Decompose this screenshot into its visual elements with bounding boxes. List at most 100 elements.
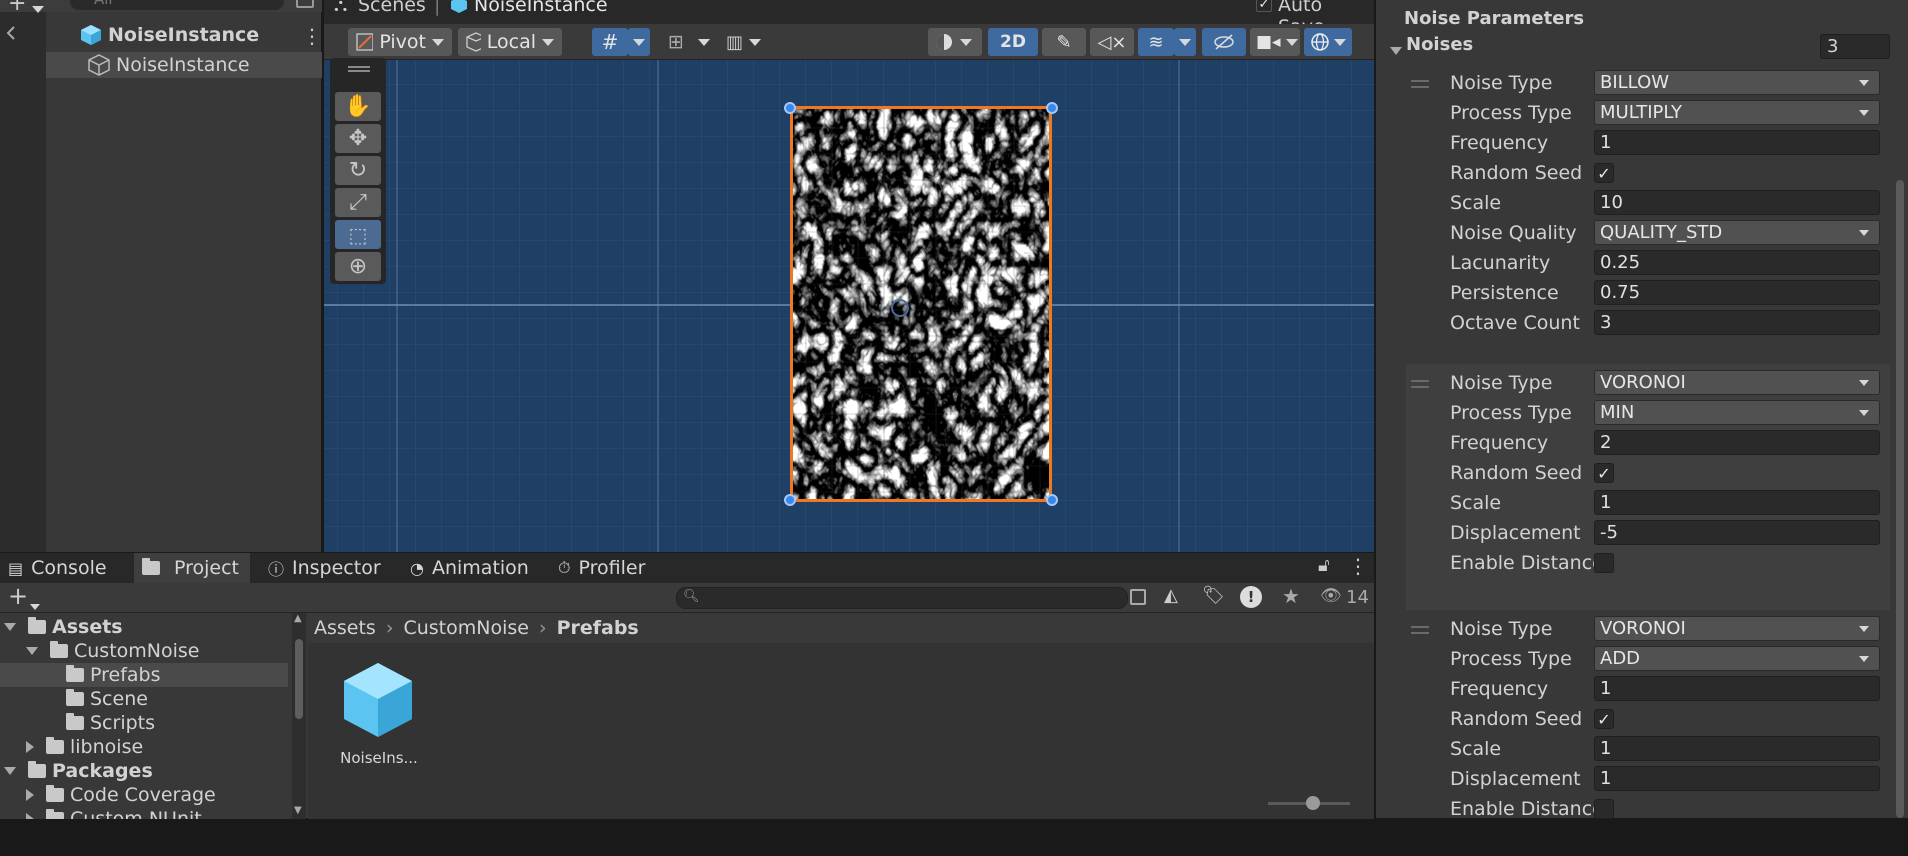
process-type-dropdown[interactable]: ADD xyxy=(1594,646,1880,671)
persistence-field[interactable]: 0.75 xyxy=(1594,280,1880,305)
effects-dropdown[interactable] xyxy=(1174,28,1196,56)
breadcrumb-customnoise[interactable]: CustomNoise xyxy=(403,617,529,639)
rect-handle-bottom-left[interactable] xyxy=(784,494,796,506)
enable-distance-checkbox[interactable] xyxy=(1594,799,1614,819)
noise-type-dropdown[interactable]: VORONOI xyxy=(1594,370,1880,395)
scroll-up-icon[interactable]: ▲ xyxy=(294,613,302,624)
noise-sprite[interactable] xyxy=(790,106,1052,502)
icon-size-slider[interactable] xyxy=(1268,796,1350,810)
warning-filter-icon[interactable]: ! xyxy=(1240,586,1262,608)
tab-animation[interactable]: ◔ Animation xyxy=(404,553,544,583)
frequency-field[interactable]: 1 xyxy=(1594,130,1880,155)
reorder-handle-icon[interactable] xyxy=(1411,626,1429,634)
project-search-input[interactable]: 🔍︎ xyxy=(676,587,1128,609)
tree-item-customnoise[interactable]: CustomNoise xyxy=(26,639,200,663)
tree-item-code-coverage[interactable]: Code Coverage xyxy=(26,783,216,807)
rect-handle-top-left[interactable] xyxy=(784,102,796,114)
noises-foldout-icon[interactable] xyxy=(1390,40,1402,60)
process-type-dropdown[interactable]: MIN xyxy=(1594,400,1880,425)
scroll-down-icon[interactable]: ▼ xyxy=(294,805,302,816)
rect-tool-button[interactable]: ⬚ xyxy=(335,220,381,249)
breadcrumb-assets[interactable]: Assets xyxy=(314,617,376,639)
octave-count-field[interactable]: 3 xyxy=(1594,310,1880,335)
frequency-field[interactable]: 1 xyxy=(1594,676,1880,701)
tree-item-scripts[interactable]: Scripts xyxy=(66,711,155,735)
pivot-dropdown[interactable]: Pivot xyxy=(348,28,452,56)
grid-visibility-button[interactable]: ▥ xyxy=(720,28,776,56)
random-seed-checkbox[interactable]: ✓ xyxy=(1594,709,1614,729)
displacement-field[interactable]: -5 xyxy=(1594,520,1880,545)
filter-by-label-icon[interactable]: 🏷︎ xyxy=(1202,585,1225,606)
add-dropdown-icon[interactable] xyxy=(32,0,44,18)
process-type-dropdown[interactable]: MULTIPLY xyxy=(1594,100,1880,125)
tree-scrollbar[interactable]: ▲ ▼ xyxy=(292,613,306,819)
back-arrow-icon[interactable] xyxy=(4,24,18,42)
grid-snap-button[interactable]: # xyxy=(592,28,628,56)
tree-scrollbar-thumb[interactable] xyxy=(295,639,303,719)
noise-type-dropdown[interactable]: BILLOW xyxy=(1594,70,1880,95)
scale-tool-button[interactable]: ⤢ xyxy=(335,188,381,217)
lighting-toggle[interactable]: ✎ xyxy=(1042,28,1086,56)
tab-inspector[interactable]: ⓘ Inspector xyxy=(262,553,392,583)
tree-item-prefabs[interactable]: Prefabs xyxy=(0,663,288,687)
noise-type-dropdown[interactable]: VORONOI xyxy=(1594,616,1880,641)
add-icon[interactable]: + xyxy=(8,0,26,16)
noises-count-field[interactable]: 3 xyxy=(1820,34,1890,59)
add-icon[interactable]: + xyxy=(8,582,28,610)
audio-toggle[interactable]: ◁× xyxy=(1090,28,1134,56)
reorder-handle-icon[interactable] xyxy=(1411,380,1429,388)
grid-snap-dropdown[interactable] xyxy=(628,28,650,56)
increment-snap-dropdown[interactable] xyxy=(694,28,714,56)
transform-tool-button[interactable]: ⊕ xyxy=(335,252,381,281)
asset-tile[interactable]: NoiseIns... xyxy=(324,661,434,773)
tree-item-libnoise[interactable]: libnoise xyxy=(26,735,143,759)
scale-field[interactable]: 1 xyxy=(1594,490,1880,515)
drag-handle-icon[interactable] xyxy=(348,66,370,72)
tree-item-scene[interactable]: Scene xyxy=(66,687,148,711)
search-by-type-icon[interactable] xyxy=(296,0,314,8)
breadcrumb-prefabs[interactable]: Prefabs xyxy=(557,617,639,639)
hierarchy-item-prefab-root[interactable]: NoiseInstance xyxy=(46,22,322,48)
icon-size-slider-thumb[interactable] xyxy=(1306,796,1320,810)
tree-item-assets[interactable]: Assets xyxy=(4,615,123,639)
random-seed-checkbox[interactable]: ✓ xyxy=(1594,163,1614,183)
camera-dropdown[interactable]: ■◂ xyxy=(1250,28,1300,56)
tree-item-custom-nunit[interactable]: Custom NUnit xyxy=(26,807,202,819)
displacement-field[interactable]: 1 xyxy=(1594,766,1880,791)
favorites-star-icon[interactable]: ★ xyxy=(1282,584,1300,608)
auto-save-checkbox[interactable]: ✓ xyxy=(1256,0,1272,12)
tab-profiler[interactable]: ⏱ Profiler xyxy=(552,553,662,583)
search-by-type-icon[interactable] xyxy=(1130,589,1146,605)
noise-quality-dropdown[interactable]: QUALITY_STD xyxy=(1594,220,1880,245)
hand-tool-button[interactable]: ✋ xyxy=(335,92,381,121)
local-dropdown[interactable]: Local xyxy=(458,28,562,56)
lock-icon[interactable]: 🔓︎ xyxy=(1318,555,1330,576)
scale-field[interactable]: 10 xyxy=(1594,190,1880,215)
hidden-packages-eye-icon[interactable]: 👁︎ xyxy=(1320,586,1342,606)
hierarchy-search-input[interactable]: All xyxy=(70,0,284,10)
random-seed-checkbox[interactable]: ✓ xyxy=(1594,463,1614,483)
breadcrumb-noiseinstance[interactable]: NoiseInstance xyxy=(474,0,608,16)
scene-visibility-toggle[interactable] xyxy=(1202,28,1246,56)
filter-by-type-icon[interactable]: ◭ xyxy=(1164,585,1178,606)
more-options-icon[interactable]: ⋮ xyxy=(1348,554,1368,578)
mode-2d-toggle[interactable]: 2D xyxy=(988,28,1038,56)
breadcrumb-scenes[interactable]: Scenes xyxy=(358,0,426,16)
tree-item-packages[interactable]: Packages xyxy=(4,759,153,783)
lacunarity-field[interactable]: 0.25 xyxy=(1594,250,1880,275)
reorder-handle-icon[interactable] xyxy=(1411,80,1429,88)
enable-distance-checkbox[interactable] xyxy=(1594,553,1614,573)
effects-toggle[interactable]: ≋ xyxy=(1138,28,1174,56)
add-dropdown-icon[interactable] xyxy=(30,595,40,615)
rect-handle-top-right[interactable] xyxy=(1046,102,1058,114)
rect-handle-bottom-right[interactable] xyxy=(1046,494,1058,506)
hierarchy-item-child[interactable]: NoiseInstance xyxy=(46,52,322,78)
rotate-tool-button[interactable]: ↻ xyxy=(335,156,381,185)
more-options-icon[interactable]: ⋮ xyxy=(302,24,322,48)
move-tool-button[interactable]: ✥ xyxy=(335,124,381,153)
noises-label[interactable]: Noises xyxy=(1406,34,1473,55)
draw-mode-dropdown[interactable] xyxy=(928,28,982,56)
tab-project[interactable]: Project xyxy=(134,553,250,583)
tab-console[interactable]: ▤ Console xyxy=(4,553,134,583)
inspector-scrollbar-thumb[interactable] xyxy=(1896,180,1904,818)
